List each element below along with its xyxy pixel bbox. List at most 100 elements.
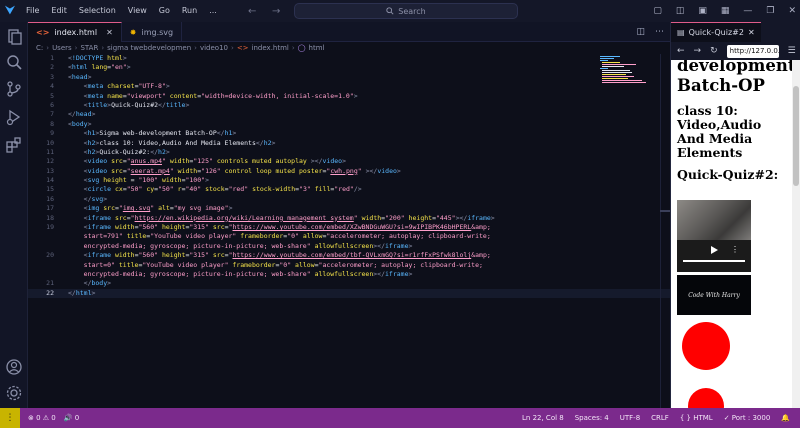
minimap[interactable] bbox=[596, 54, 656, 94]
layout-split-icon[interactable]: ◫ bbox=[676, 6, 685, 16]
more-actions-icon[interactable]: ⋯ bbox=[655, 27, 664, 37]
code-line[interactable]: 20 <iframe width="560" height="315" src=… bbox=[28, 251, 670, 260]
code-line[interactable]: 5 <meta name="viewport" content="width=d… bbox=[28, 92, 670, 101]
video-progress-bar[interactable] bbox=[683, 260, 745, 262]
code-text: <img src="img.svg" alt="my svg image"> bbox=[83, 204, 233, 213]
code-text: <h1>Sigma web-development Batch-OP</h1> bbox=[83, 129, 237, 138]
back-arrow-icon[interactable]: ← bbox=[677, 46, 685, 56]
more-options-icon[interactable]: ⋮ bbox=[731, 246, 739, 254]
code-line[interactable]: 2 <html lang="en"> bbox=[28, 63, 670, 72]
code-line[interactable]: 12 <video src="anus.mp4" width="125" con… bbox=[28, 157, 670, 166]
settings-gear-icon[interactable] bbox=[5, 384, 23, 402]
video-player[interactable]: ⋮ bbox=[677, 200, 751, 272]
forward-arrow-icon[interactable]: → bbox=[694, 46, 702, 56]
search-placeholder: Search bbox=[398, 6, 426, 16]
code-line[interactable]: 15 <circle cx="50" cy="50" r="40" stock=… bbox=[28, 185, 670, 194]
editor-actions: ◫ ⋯ bbox=[636, 22, 664, 42]
back-arrow-icon[interactable]: ← bbox=[248, 6, 256, 17]
language-mode[interactable]: { } HTML bbox=[680, 414, 713, 422]
close-tab-icon[interactable]: ✕ bbox=[748, 28, 755, 37]
minimize-icon[interactable]: — bbox=[743, 6, 752, 16]
remote-icon[interactable]: ⋮ bbox=[0, 408, 20, 428]
menu-run[interactable]: Run bbox=[176, 0, 203, 22]
code-line[interactable]: 22 </html> bbox=[28, 288, 670, 299]
tab-index-html[interactable]: <> index.html ✕ bbox=[28, 22, 122, 42]
tab-preview[interactable]: ▤ Quick-Quiz#2 ✕ bbox=[671, 22, 761, 42]
line-number: 22 bbox=[46, 288, 54, 297]
code-line[interactable]: 8 <body> bbox=[28, 120, 670, 129]
breadcrumb-item[interactable]: video10 bbox=[200, 44, 228, 52]
close-window-icon[interactable]: ✕ bbox=[788, 6, 796, 16]
menu-edit[interactable]: Edit bbox=[45, 0, 73, 22]
tab-img-svg[interactable]: ✸ img.svg bbox=[122, 22, 183, 42]
source-control-icon[interactable] bbox=[5, 80, 23, 98]
layout-icon[interactable]: ▢ bbox=[653, 6, 662, 16]
errors-count: 0 bbox=[36, 414, 41, 422]
code-line[interactable]: 3 <head> bbox=[28, 73, 670, 82]
account-icon[interactable] bbox=[5, 358, 23, 376]
indentation[interactable]: Spaces: 4 bbox=[575, 414, 609, 422]
line-number bbox=[28, 261, 54, 270]
code-line[interactable]: encrypted-media; gyroscope; picture-in-p… bbox=[28, 270, 670, 279]
layout-grid-icon[interactable]: ▦ bbox=[721, 6, 730, 16]
preview-scrollbar-thumb[interactable] bbox=[793, 86, 799, 186]
code-line[interactable]: start=791" title="YouTube video player" … bbox=[28, 232, 670, 241]
code-line[interactable]: 13 <video src="seerat.mp4" width="126" c… bbox=[28, 167, 670, 176]
code-line[interactable]: 6 <title>Quick-Quiz#2</title> bbox=[28, 101, 670, 110]
code-line[interactable]: 19 <iframe width="560" height="315" src=… bbox=[28, 223, 670, 232]
problems-indicator[interactable]: ⊗ 0 ⚠ 0 bbox=[28, 414, 56, 422]
code-text: <body> bbox=[68, 119, 92, 128]
restore-icon[interactable]: ❐ bbox=[766, 6, 774, 16]
menu-more[interactable]: ... bbox=[203, 0, 223, 22]
code-line[interactable]: 4 <meta charset="UTF-8"> bbox=[28, 82, 670, 91]
code-line[interactable]: 16 </svg> bbox=[28, 195, 670, 204]
layout-panel-icon[interactable]: ▣ bbox=[698, 6, 707, 16]
encoding[interactable]: UTF-8 bbox=[620, 414, 640, 422]
extensions-icon[interactable] bbox=[5, 136, 23, 154]
search-sidebar-icon[interactable] bbox=[5, 54, 23, 72]
breadcrumb-item[interactable]: Users bbox=[52, 44, 72, 52]
editor-scrollbar[interactable] bbox=[660, 54, 670, 408]
run-debug-icon[interactable] bbox=[5, 108, 23, 126]
line-number: 1 bbox=[50, 54, 54, 62]
code-line[interactable]: 7 </head> bbox=[28, 110, 670, 119]
code-line[interactable]: 9 <h1>Sigma web-development Batch-OP</h1… bbox=[28, 129, 670, 138]
breadcrumb-item[interactable]: index.html bbox=[252, 44, 289, 52]
menu-file[interactable]: File bbox=[20, 0, 45, 22]
code-line[interactable]: start=0" title="YouTube video player" fr… bbox=[28, 261, 670, 270]
code-line[interactable]: encrypted-media; gyroscope; picture-in-p… bbox=[28, 242, 670, 251]
code-line[interactable]: 21 </body> bbox=[28, 279, 670, 288]
menu-selection[interactable]: Selection bbox=[73, 0, 122, 22]
video-poster[interactable]: Code With Harry bbox=[677, 275, 751, 315]
command-search[interactable]: Search bbox=[294, 3, 518, 19]
code-line[interactable]: 17 <img src="img.svg" alt="my svg image"… bbox=[28, 204, 670, 213]
explorer-icon[interactable] bbox=[5, 28, 23, 46]
window-controls: ▢ ◫ ▣ ▦ — ❐ ✕ bbox=[653, 0, 796, 22]
notifications-bell-icon[interactable]: 🔔 bbox=[781, 414, 790, 422]
line-number: 13 bbox=[46, 166, 54, 175]
code-line[interactable]: 10 <h2>class 10: Video,Audio And Media E… bbox=[28, 139, 670, 148]
breadcrumb-item[interactable]: html bbox=[309, 44, 325, 52]
breadcrumb-item[interactable]: C: bbox=[36, 44, 43, 52]
chevron-right-icon: › bbox=[74, 44, 78, 52]
forward-arrow-icon[interactable]: → bbox=[272, 6, 280, 17]
close-tab-icon[interactable]: ✕ bbox=[106, 28, 113, 37]
code-line[interactable]: 11 <h2>Quick-Quiz#2:</h2> bbox=[28, 148, 670, 157]
hamburger-menu-icon[interactable]: ☰ bbox=[788, 46, 796, 56]
line-ending[interactable]: CRLF bbox=[651, 414, 669, 422]
code-line[interactable]: 14 <svg height = "100" width="100"> bbox=[28, 176, 670, 185]
play-icon[interactable] bbox=[711, 246, 718, 254]
menu-go[interactable]: Go bbox=[153, 0, 176, 22]
refresh-icon[interactable]: ↻ bbox=[710, 46, 718, 56]
breadcrumb-item[interactable]: sigma twebdevelopmen bbox=[107, 44, 191, 52]
code-line[interactable]: 1 <!DOCTYPE html> bbox=[28, 54, 670, 63]
code-editor[interactable]: 1 <!DOCTYPE html> 2 <html lang="en"> 3 <head>… bbox=[28, 54, 670, 408]
menu-view[interactable]: View bbox=[122, 0, 153, 22]
code-line[interactable]: 18 <iframe src="https://en.wikipedia.org… bbox=[28, 214, 670, 223]
info-indicator[interactable]: 🔊 0 bbox=[64, 414, 79, 422]
cursor-position[interactable]: Ln 22, Col 8 bbox=[522, 414, 564, 422]
live-server-port[interactable]: ✓ Port : 3000 bbox=[724, 414, 771, 422]
split-editor-icon[interactable]: ◫ bbox=[636, 27, 645, 37]
breadcrumb-item[interactable]: STAR bbox=[80, 44, 98, 52]
url-input[interactable]: http://127.0.0.1: bbox=[726, 44, 779, 58]
